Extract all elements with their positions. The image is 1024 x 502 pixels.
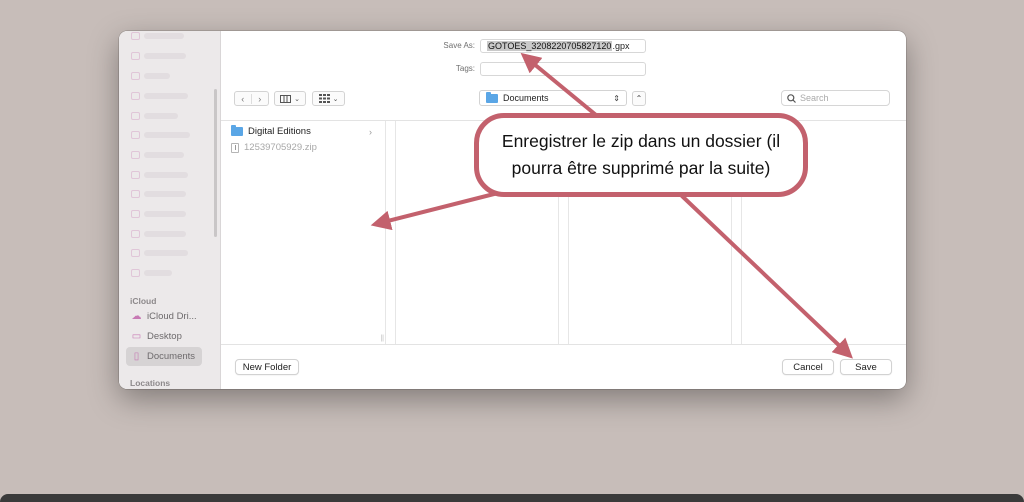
folder-icon	[231, 125, 243, 136]
file-row-digital-editions[interactable]: Digital Editions ›	[231, 125, 381, 137]
save-as-field[interactable]: GOTOES_3208220705827120 .gpx	[480, 39, 646, 53]
sidebar-scrollbar[interactable]	[214, 89, 217, 237]
folder-icon	[131, 269, 140, 277]
sidebar-item-label: Desktop	[147, 331, 182, 342]
search-field[interactable]: Search	[781, 90, 890, 106]
sidebar-item-blurred[interactable]	[131, 89, 188, 103]
sidebar-item-blurred[interactable]	[131, 207, 186, 221]
folder-icon	[131, 230, 140, 238]
folder-icon	[131, 92, 140, 100]
back-forward-buttons[interactable]: ‹ ›	[234, 91, 269, 106]
sidebar-item-blurred[interactable]	[131, 49, 186, 63]
forward-arrow-icon[interactable]: ›	[252, 94, 268, 104]
document-icon: ▯	[133, 351, 140, 362]
search-placeholder: Search	[800, 93, 829, 103]
location-popup[interactable]: Documents ⇕	[479, 90, 627, 106]
file-name: Digital Editions	[248, 126, 311, 137]
save-dialog: iCloud ☁ iCloud Dri... ▭ Desktop ▯ Docum…	[119, 31, 906, 389]
file-name: 12539705929.zip	[244, 142, 317, 153]
folder-icon	[131, 32, 140, 40]
cloud-icon: ☁	[131, 311, 142, 322]
sidebar-heading-locations: Locations	[130, 378, 171, 388]
sidebar-item-label: iCloud Dri...	[147, 311, 197, 322]
sidebar-heading-icloud: iCloud	[130, 296, 157, 306]
view-mode-button[interactable]: ⌄	[274, 91, 306, 106]
folder-icon	[131, 190, 140, 198]
file-row-zip[interactable]: 12539705929.zip	[231, 142, 317, 153]
sidebar-item-blurred[interactable]	[131, 266, 172, 280]
sidebar-item-blurred[interactable]	[131, 187, 186, 201]
folder-icon	[131, 249, 140, 257]
tags-label: Tags:	[455, 64, 475, 73]
grid-icon	[318, 94, 330, 103]
chevron-up-icon: ⌃	[635, 94, 643, 103]
save-button[interactable]: Save	[840, 359, 892, 375]
filename-extension: .gpx	[612, 41, 630, 51]
sidebar-item-desktop[interactable]: ▭ Desktop	[126, 327, 202, 346]
columns-view-icon	[280, 94, 292, 103]
sidebar-item-blurred[interactable]	[131, 69, 170, 83]
location-label: Documents	[503, 93, 549, 103]
tags-field[interactable]	[480, 62, 646, 76]
bottom-edge	[0, 494, 1024, 502]
chevron-down-icon: ⌄	[294, 95, 300, 103]
folder-icon	[131, 52, 140, 60]
annotation-callout: Enregistrer le zip dans un dossier (il p…	[474, 113, 808, 197]
sidebar-item-blurred[interactable]	[131, 109, 178, 123]
sidebar-item-icloud-drive[interactable]: ☁ iCloud Dri...	[126, 307, 202, 326]
sidebar: iCloud ☁ iCloud Dri... ▭ Desktop ▯ Docum…	[119, 31, 221, 389]
filename-selected-text: GOTOES_3208220705827120	[487, 41, 613, 51]
folder-icon	[131, 151, 140, 159]
group-button[interactable]: ⌄	[312, 91, 345, 106]
folder-icon	[131, 171, 140, 179]
up-down-chevron-icon: ⇕	[613, 93, 620, 103]
folder-icon	[131, 112, 140, 120]
folder-icon	[131, 131, 140, 139]
sidebar-item-label: Documents	[147, 351, 196, 362]
browser-column[interactable]: ||	[221, 121, 386, 344]
back-arrow-icon[interactable]: ‹	[235, 93, 252, 104]
zip-file-icon	[231, 142, 239, 153]
chevron-down-icon: ⌄	[332, 95, 339, 103]
expand-collapse-button[interactable]: ⌃	[632, 91, 646, 106]
sidebar-item-blurred[interactable]	[131, 148, 184, 162]
cancel-button[interactable]: Cancel	[782, 359, 834, 375]
new-folder-button[interactable]: New Folder	[235, 359, 299, 375]
save-as-label: Save As:	[443, 41, 475, 50]
chevron-right-icon: ›	[369, 126, 372, 137]
folder-icon	[131, 72, 140, 80]
desktop-icon: ▭	[131, 331, 142, 342]
sidebar-item-documents[interactable]: ▯ Documents	[126, 347, 202, 366]
folder-icon	[486, 91, 498, 103]
column-resize-handle[interactable]: ||	[380, 335, 384, 342]
sidebar-item-blurred[interactable]	[131, 246, 188, 260]
sidebar-item-blurred[interactable]	[131, 31, 184, 43]
sidebar-item-blurred[interactable]	[131, 227, 186, 241]
browser-column-gap	[386, 121, 396, 344]
folder-icon	[131, 210, 140, 218]
sidebar-item-blurred[interactable]	[131, 168, 188, 182]
search-icon	[787, 93, 796, 103]
sidebar-item-blurred[interactable]	[131, 128, 190, 142]
